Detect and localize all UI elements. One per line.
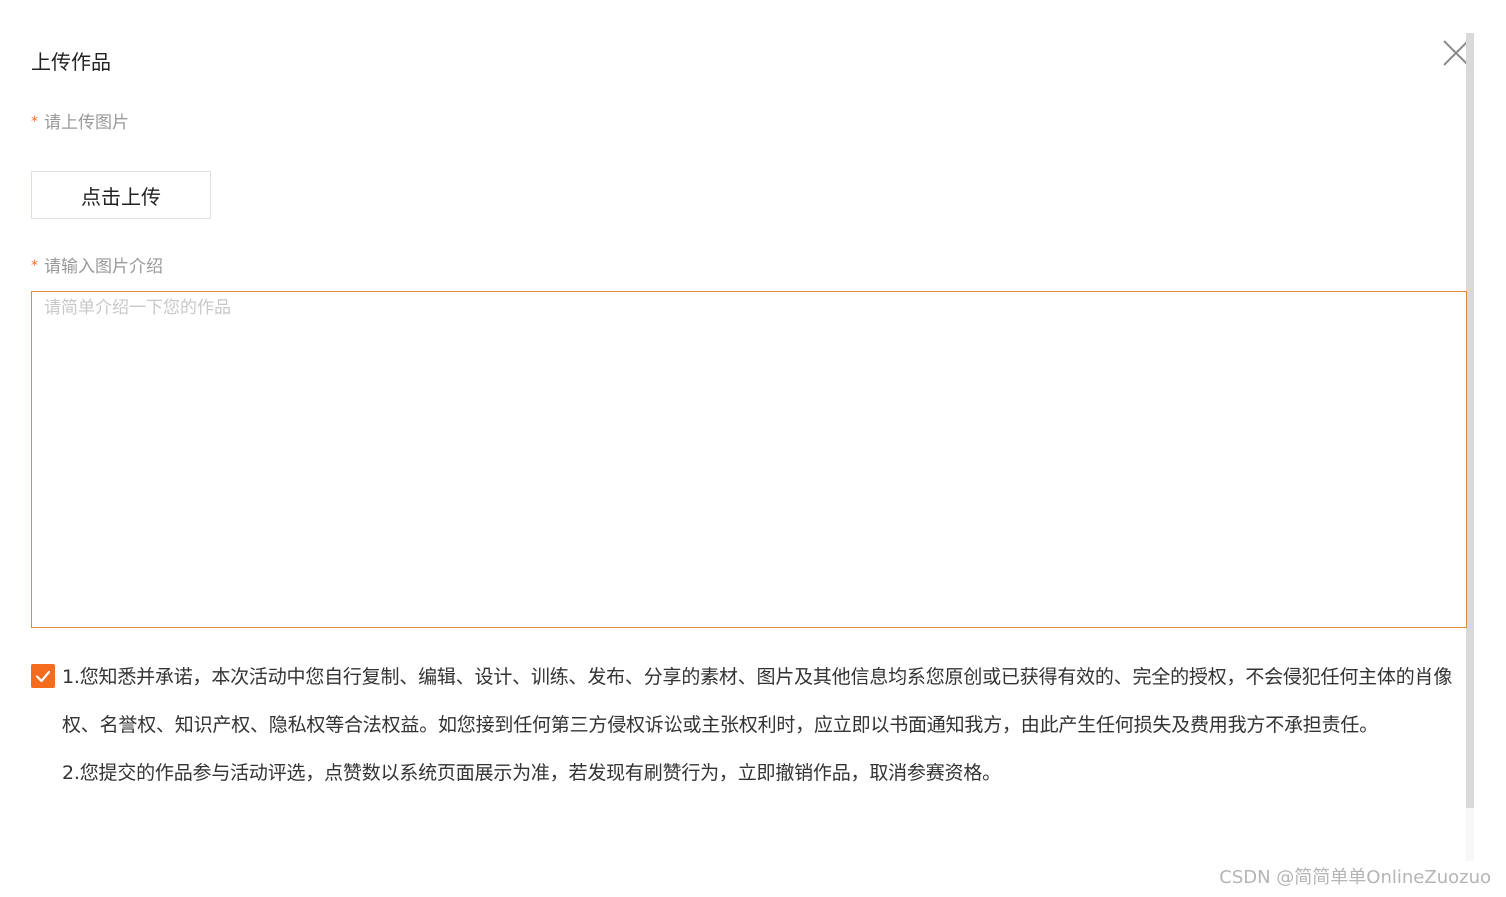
watermark: CSDN @简简单单OnlineZuozuo bbox=[1219, 867, 1491, 888]
upload-button[interactable]: 点击上传 bbox=[31, 171, 211, 219]
agreement-terms: 1.您知悉并承诺，本次活动中您自行复制、编辑、设计、训练、发布、分享的素材、图片… bbox=[62, 653, 1471, 797]
description-textarea[interactable] bbox=[31, 291, 1467, 628]
description-field-label: * 请输入图片介绍 bbox=[31, 254, 163, 279]
agreement-checkbox[interactable] bbox=[31, 664, 55, 688]
image-label-text: 请上传图片 bbox=[44, 113, 129, 133]
dialog-title: 上传作品 bbox=[31, 50, 111, 74]
required-mark: * bbox=[31, 258, 38, 274]
term-item-2: 2.您提交的作品参与活动评选，点赞数以系统页面展示为准，若发现有刷赞行为，立即撤… bbox=[62, 762, 1001, 784]
term-item-1: 1.您知悉并承诺，本次活动中您自行复制、编辑、设计、训练、发布、分享的素材、图片… bbox=[62, 666, 1453, 736]
description-label-text: 请输入图片介绍 bbox=[44, 257, 163, 277]
image-field-label: * 请上传图片 bbox=[31, 110, 129, 135]
checkmark-icon bbox=[35, 670, 51, 683]
required-mark: * bbox=[31, 114, 38, 130]
upload-dialog: 上传作品 * 请上传图片 点击上传 * 请输入图片介绍 1.您知悉并承诺，本次活动中… bbox=[0, 0, 1506, 897]
